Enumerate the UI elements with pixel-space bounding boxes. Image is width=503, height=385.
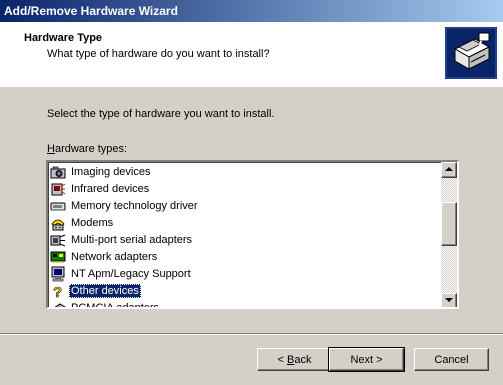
- back-button-label: ack: [294, 353, 312, 366]
- computer-icon: [51, 266, 65, 281]
- list-item-network-adapters[interactable]: Network adapters: [50, 248, 441, 265]
- cancel-button[interactable]: Cancel: [414, 348, 489, 371]
- hardware-types-label: Hardware types:: [47, 143, 127, 155]
- list-item-infrared-devices[interactable]: Infrared devices: [50, 180, 441, 197]
- window-title: Add/Remove Hardware Wizard: [4, 4, 178, 18]
- footer-divider: [0, 333, 503, 335]
- list-item-label: PCMCIA adapters: [71, 301, 160, 309]
- scrollbar-thumb[interactable]: [441, 202, 457, 246]
- list-item-label: NT Apm/Legacy Support: [71, 267, 191, 280]
- memory-card-icon: [50, 202, 66, 210]
- hardware-types-list: Imaging devices Infrared devices Memory …: [50, 162, 441, 309]
- back-button[interactable]: < Back: [257, 348, 332, 371]
- modem-icon: [51, 219, 65, 230]
- title-bar: Add/Remove Hardware Wizard: [0, 0, 503, 22]
- list-item-imaging-devices[interactable]: Imaging devices: [50, 163, 441, 180]
- list-item-label: Memory technology driver: [71, 199, 198, 212]
- list-item-other-devices[interactable]: ? Other devices: [50, 282, 441, 299]
- list-item-label: Imaging devices: [71, 165, 151, 178]
- list-item-label: Modems: [71, 216, 114, 229]
- scroll-down-button[interactable]: [441, 293, 457, 307]
- arrow-up-icon: [445, 167, 453, 171]
- serial-port-icon: [50, 234, 66, 246]
- next-button[interactable]: Next >: [328, 347, 405, 372]
- list-item-label: Multi-port serial adapters: [71, 233, 193, 246]
- list-item-multi-port-serial-adapters[interactable]: Multi-port serial adapters: [50, 231, 441, 248]
- infrared-icon: [51, 183, 66, 195]
- list-item-modems[interactable]: Modems: [50, 214, 441, 231]
- hardware-types-listbox[interactable]: Imaging devices Infrared devices Memory …: [46, 160, 459, 309]
- network-adapter-icon: [50, 251, 66, 263]
- wizard-header: Hardware Type What type of hardware do y…: [0, 22, 503, 87]
- scroll-up-button[interactable]: [441, 162, 457, 178]
- list-item-nt-apm-legacy-support[interactable]: NT Apm/Legacy Support: [50, 265, 441, 282]
- hardware-types-label-text: ardware types:: [54, 143, 128, 155]
- vertical-scrollbar[interactable]: [441, 162, 457, 307]
- pcmcia-icon: [53, 302, 66, 307]
- back-button-prefix: <: [277, 353, 287, 366]
- camera-icon: [50, 166, 66, 178]
- page-title: Hardware Type: [24, 32, 103, 44]
- list-item-label: Network adapters: [71, 250, 158, 263]
- hardware-wizard-icon: [445, 27, 497, 79]
- svg-text:?: ?: [53, 284, 62, 299]
- header-divider: [0, 86, 503, 87]
- list-item-label: Infrared devices: [71, 182, 150, 195]
- list-item-label: Other devices: [69, 283, 141, 298]
- page-subtitle: What type of hardware do you want to ins…: [47, 48, 270, 60]
- back-button-accel: B: [287, 353, 295, 366]
- arrow-down-icon: [445, 298, 453, 302]
- list-item-memory-technology-driver[interactable]: Memory technology driver: [50, 197, 441, 214]
- list-item-pcmcia-adapters[interactable]: PCMCIA adapters: [50, 299, 441, 309]
- unknown-device-icon: ?: [53, 283, 63, 299]
- instruction-text: Select the type of hardware you want to …: [47, 108, 275, 120]
- hardware-types-accel: H: [47, 143, 55, 155]
